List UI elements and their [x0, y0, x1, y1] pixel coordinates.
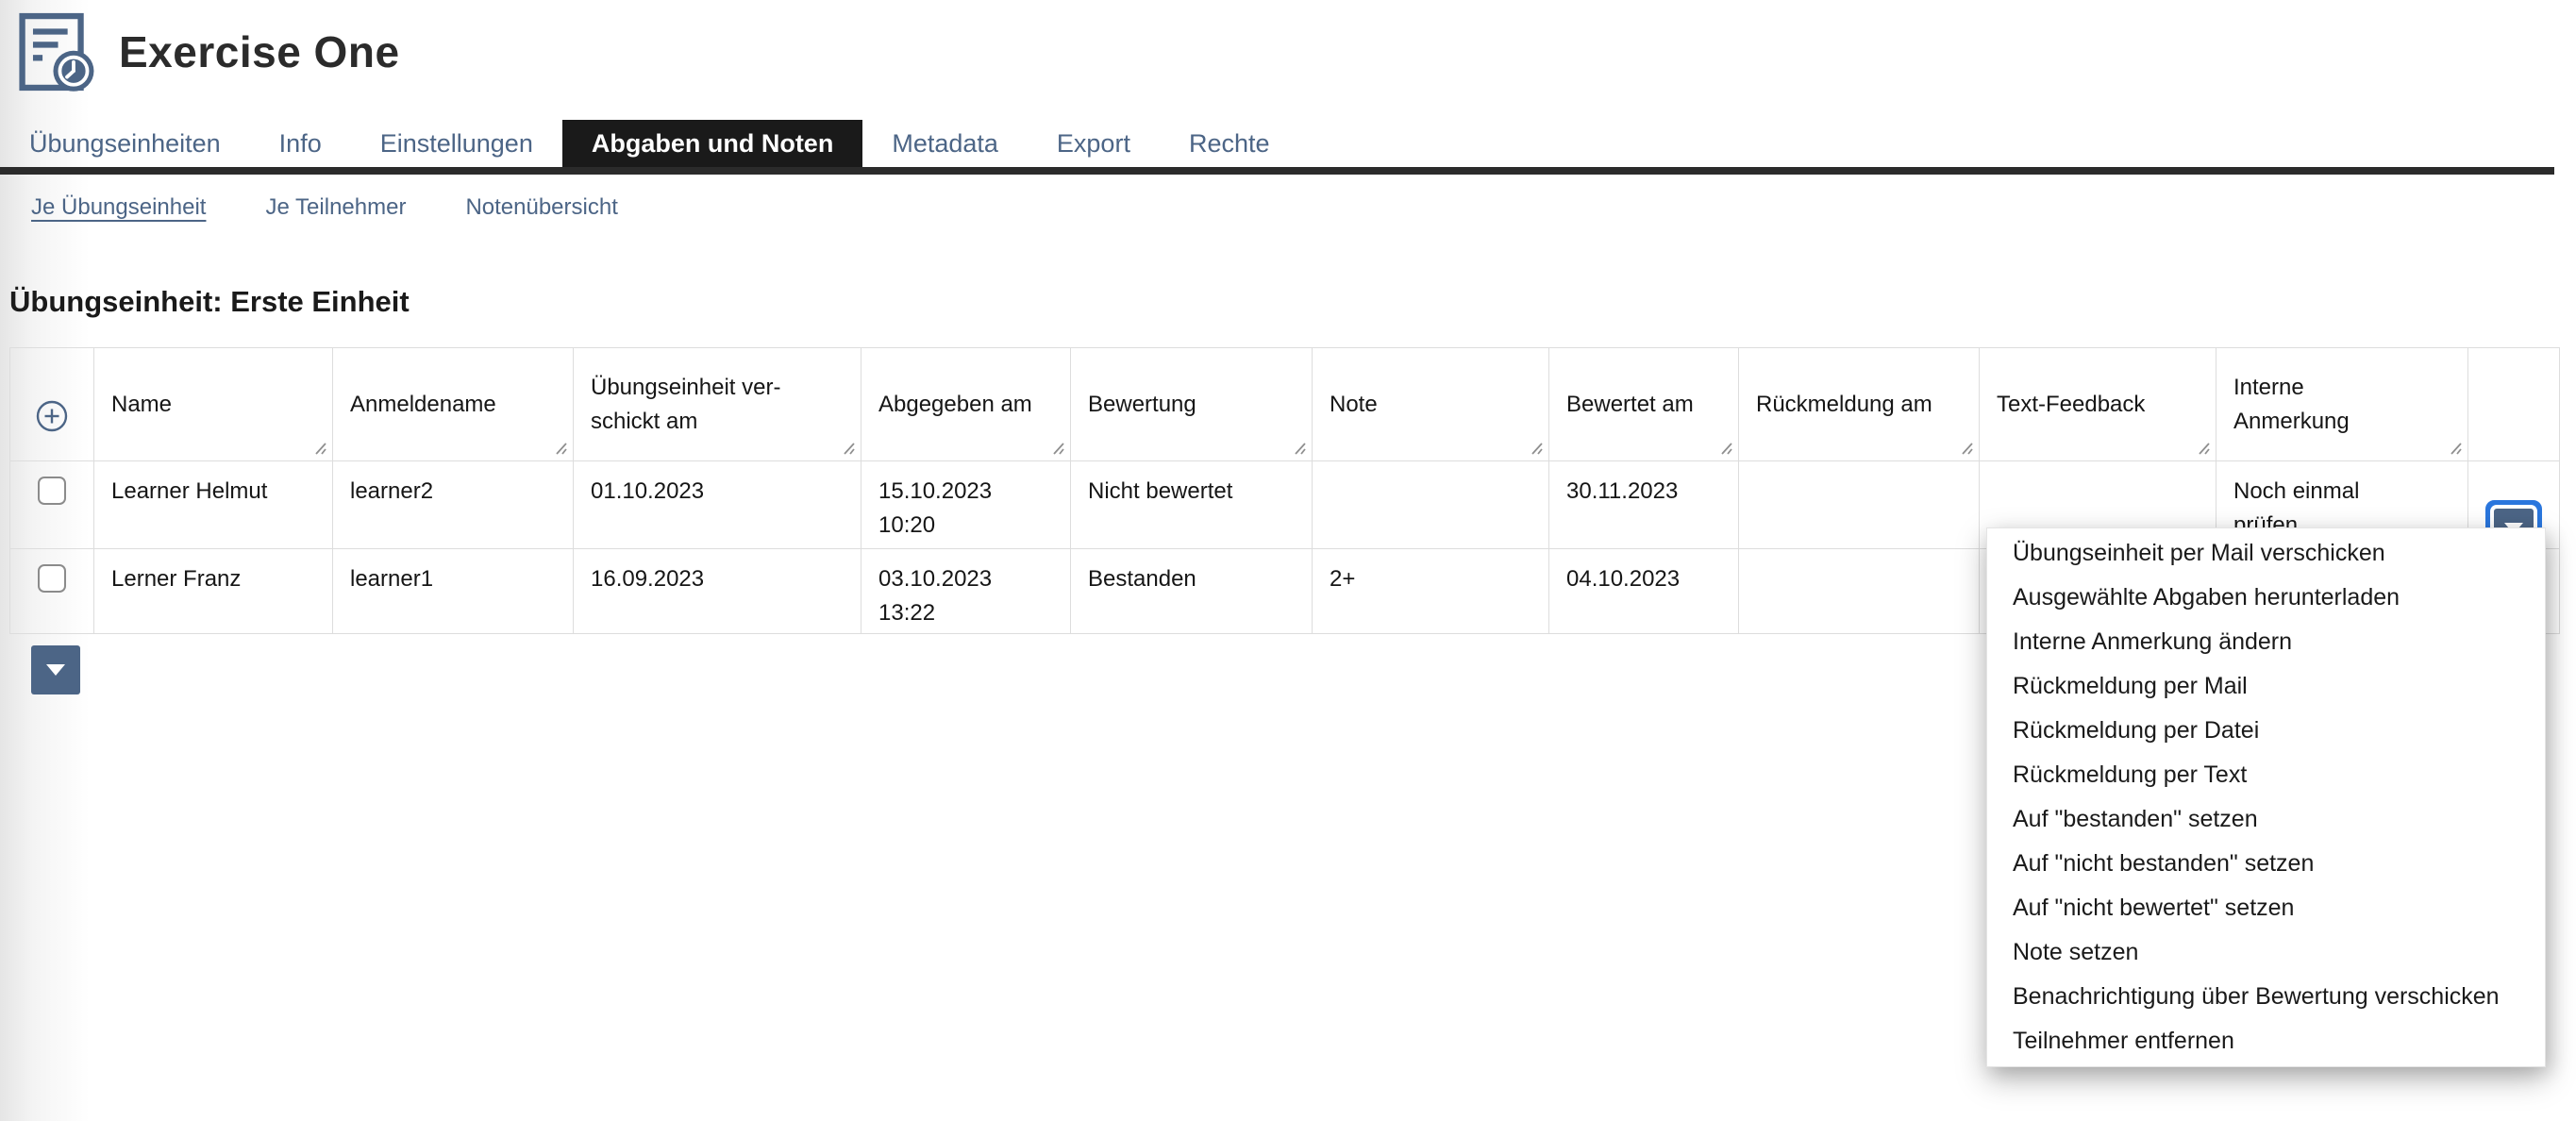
column-header-rueckmeldung-am[interactable]: Rückmeldung am [1739, 348, 1980, 461]
cell-evaluated: 04.10.2023 [1549, 549, 1739, 634]
cell-feedback-date [1739, 549, 1980, 634]
tab-einstellungen[interactable]: Einstellungen [351, 120, 562, 167]
cell-mark [1313, 461, 1549, 549]
resize-grip-icon[interactable] [1051, 442, 1065, 456]
resize-grip-icon[interactable] [2197, 442, 2211, 456]
menu-item-note-setzen[interactable]: Note setzen [1987, 930, 2545, 975]
caret-down-icon [46, 664, 65, 676]
table-header-row: Name Anmeldename Übungseinheit ver- schi… [10, 348, 2560, 461]
subtab-bar: Je Übungseinheit Je Teilnehmer Notenüber… [31, 194, 618, 221]
column-header-anmeldename[interactable]: Anmeldename [333, 348, 574, 461]
subtab-je-uebungseinheit[interactable]: Je Übungseinheit [31, 194, 206, 221]
menu-item-uebungseinheit-per-mail[interactable]: Übungseinheit per Mail verschicken [1987, 531, 2545, 576]
cell-login: learner2 [333, 461, 574, 549]
tab-info[interactable]: Info [250, 120, 351, 167]
cell-name: Learner Helmut [94, 461, 333, 549]
cell-mark: 2+ [1313, 549, 1549, 634]
cell-feedback-date [1739, 461, 1980, 549]
page-title: Exercise One [119, 26, 400, 77]
menu-item-teilnehmer-entfernen[interactable]: Teilnehmer entfernen [1987, 1019, 2545, 1063]
column-header-label: Note [1330, 392, 1378, 417]
tab-rechte[interactable]: Rechte [1160, 120, 1299, 167]
resize-grip-icon[interactable] [313, 442, 327, 456]
resize-grip-icon[interactable] [842, 442, 856, 456]
column-header-text-feedback[interactable]: Text-Feedback [1980, 348, 2216, 461]
subtab-notenuebersicht[interactable]: Notenübersicht [465, 194, 617, 221]
menu-item-auf-bestanden-setzen[interactable]: Auf "bestanden" setzen [1987, 797, 2545, 842]
column-header-label: Interne Anmerkung [2233, 375, 2350, 434]
cell-status: Bestanden [1071, 549, 1313, 634]
titlebar: Exercise One [17, 11, 400, 92]
menu-item-rueckmeldung-per-mail[interactable]: Rückmeldung per Mail [1987, 664, 2545, 709]
tab-export[interactable]: Export [1028, 120, 1160, 167]
resize-grip-icon[interactable] [1293, 442, 1307, 456]
subtab-je-teilnehmer[interactable]: Je Teilnehmer [265, 194, 406, 221]
column-header-label: Bewertung [1088, 392, 1196, 417]
menu-item-benachrichtigung-verschicken[interactable]: Benachrichtigung über Bewertung verschic… [1987, 975, 2545, 1019]
column-header-verschickt-am[interactable]: Übungseinheit ver- schickt am [574, 348, 861, 461]
cell-submitted: 15.10.2023 10:20 [861, 461, 1071, 549]
menu-item-interne-anmerkung-aendern[interactable]: Interne Anmerkung ändern [1987, 620, 2545, 664]
column-header-interne-anmerkung[interactable]: Interne Anmerkung [2216, 348, 2468, 461]
column-header-actions [2468, 348, 2560, 461]
cell-login: learner1 [333, 549, 574, 634]
cell-submitted: 03.10.2023 13:22 [861, 549, 1071, 634]
row-actions-menu: Übungseinheit per Mail verschicken Ausge… [1986, 527, 2546, 1067]
column-header-label: Übungseinheit ver- schickt am [591, 375, 780, 434]
column-header-label: Text-Feedback [1997, 392, 2145, 417]
tab-metadata[interactable]: Metadata [862, 120, 1028, 167]
column-header-label: Name [111, 392, 172, 417]
resize-grip-icon[interactable] [554, 442, 568, 456]
column-header-abgegeben-am[interactable]: Abgegeben am [861, 348, 1071, 461]
column-header-bewertet-am[interactable]: Bewertet am [1549, 348, 1739, 461]
row-select-checkbox[interactable] [38, 477, 66, 505]
column-header-name[interactable]: Name [94, 348, 333, 461]
column-header-label: Bewertet am [1566, 392, 1694, 417]
column-header-label: Anmeldename [350, 392, 496, 417]
row-select-checkbox[interactable] [38, 564, 66, 593]
tab-bar: Übungseinheiten Info Einstellungen Abgab… [0, 120, 2554, 175]
bulk-actions-dropdown-button[interactable] [31, 645, 80, 694]
menu-item-rueckmeldung-per-datei[interactable]: Rückmeldung per Datei [1987, 709, 2545, 753]
resize-grip-icon[interactable] [2449, 442, 2463, 456]
resize-grip-icon[interactable] [1960, 442, 1974, 456]
plus-circle-icon[interactable] [35, 399, 69, 433]
menu-item-auf-nicht-bestanden-setzen[interactable]: Auf "nicht bestanden" setzen [1987, 842, 2545, 886]
menu-item-rueckmeldung-per-text[interactable]: Rückmeldung per Text [1987, 753, 2545, 797]
tab-uebungseinheiten[interactable]: Übungseinheiten [0, 120, 250, 167]
column-header-label: Abgegeben am [878, 392, 1032, 417]
select-column-header [10, 348, 94, 461]
cell-sent: 01.10.2023 [574, 461, 861, 549]
column-header-label: Rückmeldung am [1756, 392, 1932, 417]
exercise-page: Exercise One Übungseinheiten Info Einste… [0, 0, 2576, 1121]
tab-abgaben-und-noten[interactable]: Abgaben und Noten [562, 120, 862, 167]
column-header-bewertung[interactable]: Bewertung [1071, 348, 1313, 461]
menu-item-abgaben-herunterladen[interactable]: Ausgewählte Abgaben herunterladen [1987, 576, 2545, 620]
cell-name: Lerner Franz [94, 549, 333, 634]
section-heading: Übungseinheit: Erste Einheit [9, 285, 410, 319]
cell-sent: 16.09.2023 [574, 549, 861, 634]
column-header-note[interactable]: Note [1313, 348, 1549, 461]
resize-grip-icon[interactable] [1530, 442, 1544, 456]
menu-item-auf-nicht-bewertet-setzen[interactable]: Auf "nicht bewertet" setzen [1987, 886, 2545, 930]
exercise-assignment-clock-icon [17, 11, 94, 92]
cell-evaluated: 30.11.2023 [1549, 461, 1739, 549]
cell-status: Nicht bewertet [1071, 461, 1313, 549]
resize-grip-icon[interactable] [1719, 442, 1733, 456]
